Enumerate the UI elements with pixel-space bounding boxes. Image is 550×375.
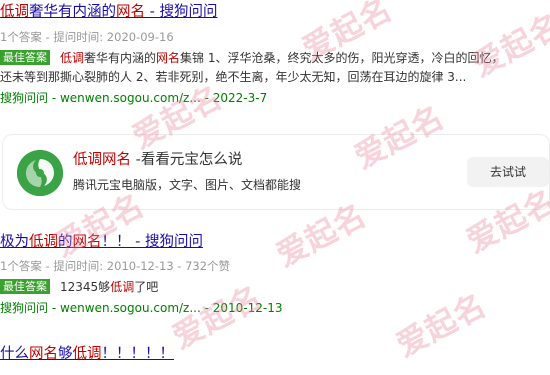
title-part[interactable]: 网名 [116, 4, 145, 20]
title-part[interactable]: ！！ - 搜狗问问 [102, 234, 203, 250]
source-url[interactable]: wenwen.sogou.com/z... [60, 301, 201, 315]
snippet-part: 网名 [156, 51, 181, 65]
snippet-part: 了吧 [134, 280, 159, 294]
title-part[interactable]: 什么 [0, 346, 29, 362]
source-url[interactable]: wenwen.sogou.com/z... [60, 91, 201, 105]
snippet-part: 低调 [60, 51, 85, 65]
card-title-rest[interactable]: -看看元宝怎么说 [131, 152, 243, 168]
result-title-1[interactable]: 低调奢华有内涵的网名 - 搜狗问问 [0, 2, 550, 22]
try-it-button[interactable]: 去试试 [467, 157, 549, 187]
result-meta-2: 1个答案 - 提问时间: 2010-12-13 - 732个赞 [0, 259, 231, 273]
snippet-part: 集锦 1、浮华沧桑，终究太多的伤，阳光穿透，冷白的回忆， [180, 51, 504, 65]
snippet-part: 12345够 [60, 280, 111, 294]
snippet-line-1: 最佳答案 低调奢华有内涵的网名集锦 1、浮华沧桑，终究太多的伤，阳光穿透，冷白的回… [0, 49, 550, 68]
search-result-2: 极为低调的网名！！ - 搜狗问问 1个答案 - 提问时间: 2010-12-13… [0, 232, 550, 317]
title-part[interactable]: 低调 [29, 234, 58, 250]
source-site[interactable]: 搜狗问问 [0, 301, 48, 315]
yuanbao-logo-icon [17, 150, 63, 196]
card-title-highlight[interactable]: 低调网名 [73, 152, 131, 168]
result-source-1[interactable]: 搜狗问问 - wenwen.sogou.com/z... - 2022-3-7 [0, 90, 550, 107]
snippet-part: 低调 [110, 280, 135, 294]
snippet-line-2: 还未等到那撕心裂肺的人 2、若非死别，绝不生离，年少太无知，回荡在耳边的旋律 3… [0, 70, 467, 84]
title-part[interactable]: 网名 [29, 346, 58, 362]
title-part[interactable]: 低调 [0, 4, 29, 20]
best-answer-badge: 最佳答案 [0, 279, 50, 294]
best-answer-badge: 最佳答案 [0, 50, 50, 65]
card-description: 腾讯元宝电脑版，文字、图片、文档都能搜 [73, 178, 302, 192]
title-part[interactable]: ！！！！！ [102, 346, 175, 362]
result-source-2[interactable]: 搜狗问问 - wenwen.sogou.com/z... - 2010-12-1… [0, 300, 550, 317]
ai-suggestion-card[interactable]: 低调网名 -看看元宝怎么说 腾讯元宝电脑版，文字、图片、文档都能搜 去试试 [2, 134, 550, 210]
source-date: 2010-12-13 [212, 301, 283, 315]
title-part[interactable]: 网名 [73, 234, 102, 250]
result-meta-1: 1个答案 - 提问时间: 2020-09-16 [0, 30, 174, 44]
card-title[interactable]: 低调网名 -看看元宝怎么说 [73, 150, 242, 170]
source-site[interactable]: 搜狗问问 [0, 91, 48, 105]
source-date: 2022-3-7 [212, 91, 268, 105]
title-part[interactable]: 的 [58, 234, 73, 250]
title-part[interactable]: - 搜狗问问 [145, 4, 218, 20]
title-part[interactable]: 够 [58, 346, 73, 362]
result-title-2[interactable]: 极为低调的网名！！ - 搜狗问问 [0, 232, 550, 252]
snippet-part: 奢华有内涵的 [84, 51, 157, 65]
title-part[interactable]: 低调 [73, 346, 102, 362]
result-snippet-1: 最佳答案 低调奢华有内涵的网名集锦 1、浮华沧桑，终究太多的伤，阳光穿透，冷白的回… [0, 49, 550, 87]
result-title-3[interactable]: 什么网名够低调！！！！！ [0, 344, 550, 364]
title-part[interactable]: 奢华有内涵的 [29, 4, 116, 20]
result-snippet-2: 最佳答案 12345够低调了吧 [0, 278, 550, 297]
title-part[interactable]: 极为 [0, 234, 29, 250]
search-result-3: 什么网名够低调！！！！！ [0, 344, 550, 364]
search-result-1: 低调奢华有内涵的网名 - 搜狗问问 1个答案 - 提问时间: 2020-09-1… [0, 2, 550, 107]
